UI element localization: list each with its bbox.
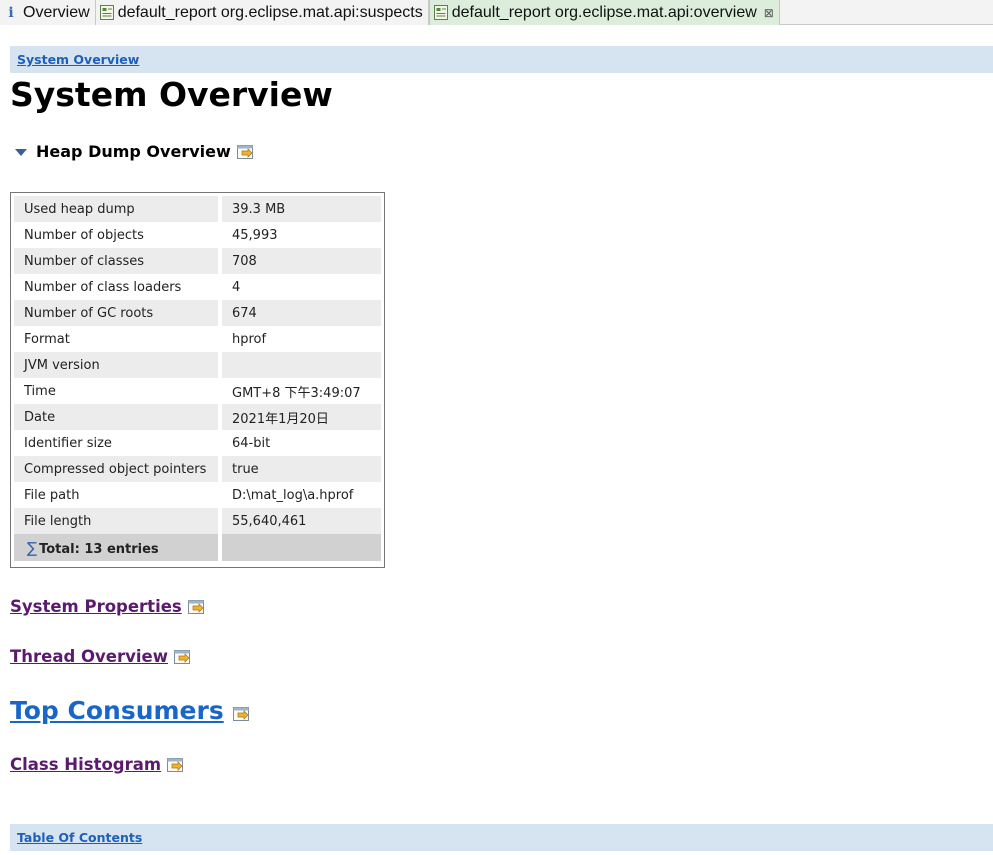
- heap-dump-table: Used heap dump 39.3 MB Number of objects 4…: [10, 192, 385, 568]
- table-cell-key: File length: [14, 508, 222, 534]
- page-title: System Overview: [10, 75, 333, 114]
- table-row: Number of GC roots 674: [14, 300, 381, 326]
- table-cell-value: D:\mat_log\a.hprof: [222, 482, 381, 508]
- table-total-cell: ∑ Total: 13 entries: [14, 534, 222, 561]
- close-tab-icon[interactable]: ⊠: [764, 6, 774, 20]
- system-properties-link[interactable]: System Properties: [10, 597, 182, 616]
- table-cell-key: Compressed object pointers: [14, 456, 222, 482]
- table-cell-key: Identifier size: [14, 430, 222, 456]
- thread-overview-link[interactable]: Thread Overview: [10, 647, 168, 666]
- open-details-icon[interactable]: [236, 144, 255, 160]
- report-icon: [433, 5, 448, 20]
- tab-overview-report[interactable]: default_report org.eclipse.mat.api:overv…: [428, 0, 780, 25]
- top-consumers-link[interactable]: Top Consumers: [10, 696, 224, 725]
- table-cell-value: 39.3 MB: [222, 196, 381, 222]
- table-row: Identifier size 64-bit: [14, 430, 381, 456]
- table-cell-value: 708: [222, 248, 381, 274]
- tab-label: default_report org.eclipse.mat.api:overv…: [451, 3, 757, 21]
- info-icon: i: [8, 4, 14, 21]
- editor-tab-bar: i Overview default_report org.eclipse.ma…: [0, 0, 993, 25]
- tab-label: Overview: [23, 3, 90, 21]
- table-cell-key: Date: [14, 404, 222, 430]
- table-row: File length 55,640,461: [14, 508, 381, 534]
- tab-label: default_report org.eclipse.mat.api:suspe…: [117, 3, 423, 21]
- class-histogram-link[interactable]: Class Histogram: [10, 755, 161, 774]
- table-total-row: ∑ Total: 13 entries: [14, 534, 381, 561]
- breadcrumb-system-overview-link[interactable]: System Overview: [17, 52, 139, 67]
- breadcrumb: System Overview: [10, 46, 993, 73]
- table-cell-value: hprof: [222, 326, 381, 352]
- table-row: Time GMT+8 下午3:49:07: [14, 378, 381, 404]
- heap-dump-overview-heading: Heap Dump Overview: [15, 142, 255, 161]
- table-cell-value: GMT+8 下午3:49:07: [222, 378, 381, 404]
- table-cell-key: Number of class loaders: [14, 274, 222, 300]
- table-row: Number of classes 708: [14, 248, 381, 274]
- open-details-icon[interactable]: [187, 599, 206, 615]
- table-cell-value: 4: [222, 274, 381, 300]
- tab-suspects-report[interactable]: default_report org.eclipse.mat.api:suspe…: [95, 0, 429, 25]
- table-cell-key: Number of objects: [14, 222, 222, 248]
- table-total-label: Total: 13 entries: [39, 541, 159, 557]
- table-row: Number of objects 45,993: [14, 222, 381, 248]
- open-details-icon[interactable]: [173, 649, 192, 665]
- table-cell-key: Number of GC roots: [14, 300, 222, 326]
- table-row: Compressed object pointers true: [14, 456, 381, 482]
- class-histogram-section: Class Histogram: [10, 755, 185, 774]
- open-details-icon[interactable]: [232, 706, 251, 722]
- heap-dump-table-grid: Used heap dump 39.3 MB Number of objects 4…: [14, 196, 381, 561]
- table-cell-value: 45,993: [222, 222, 381, 248]
- table-cell-key: Time: [14, 378, 222, 404]
- table-row: JVM version: [14, 352, 381, 378]
- table-of-contents-link[interactable]: Table Of Contents: [17, 830, 142, 845]
- table-of-contents-bar: Table Of Contents: [10, 824, 993, 851]
- table-cell-value: 674: [222, 300, 381, 326]
- table-cell-key: Number of classes: [14, 248, 222, 274]
- table-total-empty-cell: [222, 534, 381, 561]
- table-row: Used heap dump 39.3 MB: [14, 196, 381, 222]
- system-properties-section: System Properties: [10, 597, 206, 616]
- heap-dump-overview-title: Heap Dump Overview: [36, 142, 231, 161]
- sum-icon: ∑: [27, 538, 38, 557]
- table-cell-value: 64-bit: [222, 430, 381, 456]
- table-cell-value: 2021年1月20日: [222, 404, 381, 430]
- table-cell-value: true: [222, 456, 381, 482]
- top-consumers-section: Top Consumers: [10, 696, 251, 725]
- table-cell-key: Used heap dump: [14, 196, 222, 222]
- table-row: Number of class loaders 4: [14, 274, 381, 300]
- table-row: Date 2021年1月20日: [14, 404, 381, 430]
- table-row: Format hprof: [14, 326, 381, 352]
- table-cell-key: Format: [14, 326, 222, 352]
- collapse-triangle-icon[interactable]: [15, 149, 27, 156]
- report-icon: [99, 5, 114, 20]
- table-cell-value: 55,640,461: [222, 508, 381, 534]
- tab-overview[interactable]: i Overview: [0, 0, 96, 25]
- table-row: File path D:\mat_log\a.hprof: [14, 482, 381, 508]
- table-cell-key: File path: [14, 482, 222, 508]
- thread-overview-section: Thread Overview: [10, 647, 192, 666]
- table-cell-value: [222, 352, 381, 378]
- open-details-icon[interactable]: [167, 757, 185, 773]
- table-cell-key: JVM version: [14, 352, 222, 378]
